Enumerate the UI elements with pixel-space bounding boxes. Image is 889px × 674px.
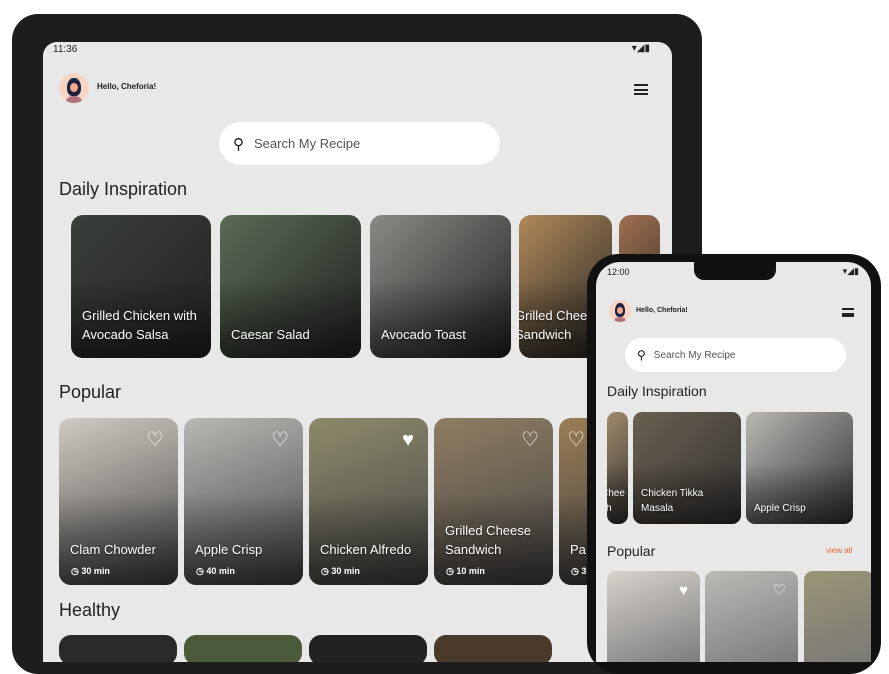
heart-filled-icon[interactable]: ♥ bbox=[402, 430, 414, 450]
search-placeholder: Search My Recipe bbox=[254, 136, 361, 151]
clock-icon: ◷ bbox=[71, 566, 82, 576]
clock-icon: ◷ bbox=[196, 566, 207, 576]
healthy-card[interactable] bbox=[184, 635, 302, 662]
healthy-title: Healthy bbox=[59, 600, 121, 620]
popular-card[interactable]: ♥ bbox=[607, 571, 700, 662]
greeting: Hello, Cheforia! bbox=[636, 307, 688, 314]
recipe-title: Apple Crisp bbox=[195, 542, 263, 557]
recipe-title: Grilled Cheese Sandwich bbox=[445, 523, 531, 557]
popular-card[interactable]: ♡ bbox=[705, 571, 798, 662]
cook-time: ◷ 40 min bbox=[196, 566, 235, 576]
cook-time: ◷ 3 bbox=[571, 566, 587, 576]
heart-outline-icon[interactable]: ♡ bbox=[567, 430, 585, 450]
avatar[interactable] bbox=[59, 73, 89, 103]
cook-time: ◷ 10 min bbox=[446, 566, 485, 576]
status-icons: ▾◢▮ bbox=[631, 43, 650, 54]
daily-inspiration-title: Daily Inspiration bbox=[59, 179, 188, 199]
view-all-link[interactable]: view all bbox=[826, 546, 852, 555]
tablet-screen: 11:36 ▾◢▮ Hello, Cheforia! ⚲ Search My R… bbox=[43, 42, 672, 662]
cook-time: ◷ 30 min bbox=[321, 566, 360, 576]
daily-card[interactable]: Grilled Chicken with Avocado Salsa bbox=[71, 215, 211, 358]
heart-outline-icon[interactable]: ♡ bbox=[146, 430, 164, 450]
status-icons: ▾◢▮ bbox=[842, 266, 859, 276]
search-icon: ⚲ bbox=[637, 348, 646, 362]
daily-card[interactable]: Avocado Toast bbox=[370, 215, 511, 358]
healthy-card[interactable] bbox=[309, 635, 427, 662]
clock-icon: ◷ bbox=[321, 566, 332, 576]
clock-icon: ◷ bbox=[571, 566, 582, 576]
cook-time: ◷ 30 min bbox=[71, 566, 110, 576]
recipe-title: Caesar Salad bbox=[231, 327, 310, 342]
recipe-title: Grilled Chicken with Avocado Salsa bbox=[82, 308, 197, 342]
heart-outline-icon[interactable]: ♡ bbox=[773, 581, 786, 601]
greeting: Hello, Cheforia! bbox=[97, 82, 157, 91]
phone-screen: 12:00 ▾◢▮ Hello, Cheforia! ⚲ Search My R… bbox=[596, 262, 871, 662]
recipe-title: Clam Chowder bbox=[70, 542, 156, 557]
search-input[interactable]: ⚲ Search My Recipe bbox=[625, 338, 846, 372]
daily-card[interactable]: Apple Crisp bbox=[746, 412, 853, 524]
menu-icon[interactable] bbox=[634, 84, 648, 95]
heart-outline-icon[interactable]: ♡ bbox=[521, 430, 539, 450]
healthy-card[interactable] bbox=[59, 635, 177, 662]
popular-title: Popular bbox=[59, 382, 122, 402]
popular-card[interactable]: ♡ Grilled Cheese Sandwich ◷ 10 min bbox=[434, 418, 553, 585]
popular-card[interactable]: ♥ Chicken Alfredo ◷ 30 min bbox=[309, 418, 428, 585]
daily-card[interactable]: Chee ch bbox=[607, 412, 628, 524]
search-placeholder: Search My Recipe bbox=[653, 349, 736, 361]
notch bbox=[694, 262, 776, 280]
recipe-title: Avocado Toast bbox=[381, 327, 466, 342]
recipe-title: Chicken Alfredo bbox=[320, 542, 412, 557]
popular-card[interactable]: ♡ Apple Crisp ◷ 40 min bbox=[184, 418, 303, 585]
healthy-card[interactable] bbox=[434, 635, 552, 662]
clock-icon: ◷ bbox=[446, 566, 457, 576]
daily-inspiration-title: Daily Inspiration bbox=[607, 383, 707, 399]
search-icon: ⚲ bbox=[233, 135, 244, 153]
heart-outline-icon[interactable]: ♡ bbox=[271, 430, 289, 450]
search-input[interactable]: ⚲ Search My Recipe bbox=[219, 122, 500, 165]
daily-card[interactable]: Caesar Salad bbox=[220, 215, 361, 358]
popular-card[interactable]: ♡ Clam Chowder ◷ 30 min bbox=[59, 418, 178, 585]
popular-card[interactable] bbox=[804, 571, 871, 662]
heart-filled-icon[interactable]: ♥ bbox=[679, 581, 688, 601]
status-time: 12:00 bbox=[607, 267, 630, 277]
status-time: 11:36 bbox=[53, 44, 78, 55]
menu-icon[interactable] bbox=[842, 308, 854, 317]
recipe-title: Chee ch bbox=[607, 488, 625, 514]
avatar[interactable] bbox=[609, 300, 631, 322]
recipe-title: Apple Crisp bbox=[754, 503, 806, 514]
popular-title: Popular bbox=[607, 543, 656, 559]
daily-card[interactable]: Chicken Tikka Masala bbox=[633, 412, 741, 524]
recipe-title: Chicken Tikka Masala bbox=[641, 488, 704, 514]
